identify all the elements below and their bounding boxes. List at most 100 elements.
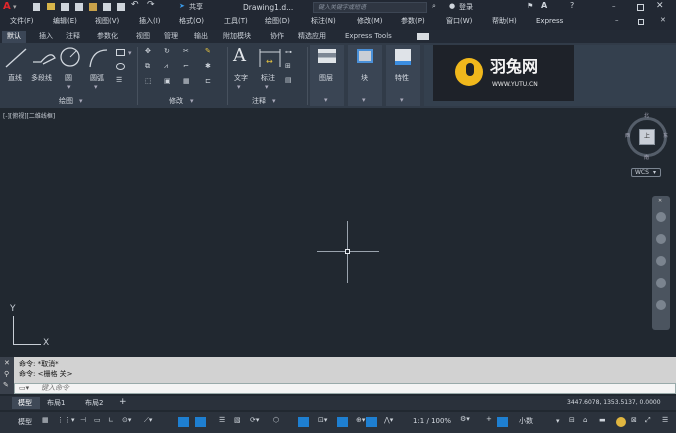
- command-settings-icon[interactable]: ⚲: [4, 371, 9, 378]
- lock-ui-icon[interactable]: ⌂: [583, 417, 587, 424]
- group-annotation-arrow-icon[interactable]: ▾: [272, 98, 276, 105]
- doc-minimize-icon[interactable]: –: [615, 17, 619, 24]
- stretch-icon[interactable]: ⬚: [145, 78, 152, 85]
- group-draw-arrow-icon[interactable]: ▾: [79, 98, 83, 105]
- isolate-objects-icon[interactable]: [616, 417, 626, 427]
- table-icon[interactable]: ⊞: [285, 63, 291, 70]
- annotation-scale-dropdown[interactable]: 1:1 / 100%: [413, 418, 451, 425]
- command-input[interactable]: ▭▾ 键入命令: [14, 383, 676, 394]
- text-label[interactable]: 文字: [234, 75, 248, 82]
- tab-default[interactable]: 默认: [2, 31, 26, 43]
- open-web-icon[interactable]: [89, 3, 97, 11]
- dim-label[interactable]: 标注: [261, 75, 275, 82]
- rectangle-icon[interactable]: [116, 49, 125, 56]
- trim-icon[interactable]: ✂: [183, 48, 189, 55]
- tab-layout1[interactable]: 布局1: [47, 400, 65, 407]
- selection-cycling-icon[interactable]: ⟳▾: [250, 417, 259, 424]
- workspace-gear-icon[interactable]: ⚙▾: [460, 416, 470, 423]
- tab-layout2[interactable]: 布局2: [85, 400, 103, 407]
- coordinate-readout[interactable]: 3447.6078, 1353.5137, 0.0000: [567, 400, 661, 406]
- save-icon[interactable]: [61, 3, 69, 11]
- minimize-icon[interactable]: –: [612, 3, 616, 10]
- arc-tool-icon[interactable]: [87, 47, 109, 69]
- quick-properties-icon[interactable]: ⊟: [569, 417, 575, 424]
- login-button[interactable]: 登录: [459, 4, 473, 11]
- 3d-osnap-icon[interactable]: ⬡: [273, 417, 279, 424]
- share-icon[interactable]: ➤: [179, 3, 185, 10]
- nav-pan-icon[interactable]: [656, 234, 666, 244]
- fullscreen-icon[interactable]: ⤢: [645, 417, 651, 424]
- scale-icon[interactable]: ▣: [164, 78, 171, 85]
- plus-icon[interactable]: +: [486, 416, 492, 423]
- line-label[interactable]: 直线: [8, 75, 22, 82]
- customization-menu-icon[interactable]: ☰: [662, 417, 668, 424]
- circle-tool-icon[interactable]: [59, 46, 81, 68]
- isodraft-icon[interactable]: ⟋▾: [144, 417, 152, 424]
- properties-panel[interactable]: 特性 ▾: [386, 45, 420, 106]
- draw-more-icon[interactable]: ▾: [128, 50, 132, 57]
- tab-featured[interactable]: 精选应用: [298, 33, 326, 40]
- object-snap-icon[interactable]: [195, 417, 206, 427]
- ortho-icon[interactable]: ∟: [108, 417, 114, 424]
- copy-icon[interactable]: ⧉: [145, 63, 150, 70]
- menu-item-modify[interactable]: 修改(M): [357, 18, 383, 25]
- tab-output[interactable]: 输出: [194, 33, 208, 40]
- menu-item-format[interactable]: 格式(O): [179, 18, 204, 25]
- viewcube-west[interactable]: 西: [625, 134, 630, 139]
- line-tool-icon[interactable]: [4, 47, 28, 69]
- user-icon[interactable]: ●: [449, 3, 455, 10]
- grid-icon[interactable]: ▦: [42, 417, 49, 424]
- group-label-draw[interactable]: 绘图: [59, 98, 73, 105]
- menu-item-express[interactable]: Express: [536, 18, 563, 25]
- text-tool-icon[interactable]: A: [233, 47, 246, 65]
- tab-express-tools[interactable]: Express Tools: [345, 33, 392, 40]
- app-menu-arrow-icon[interactable]: ▾: [13, 4, 17, 11]
- tab-view[interactable]: 视图: [136, 33, 150, 40]
- polyline-label[interactable]: 多段线: [31, 75, 52, 82]
- selection-filter-icon[interactable]: ⊡▾: [318, 417, 327, 424]
- rotate-icon[interactable]: ↻: [164, 48, 170, 55]
- erase-icon[interactable]: ✎: [205, 48, 211, 55]
- layers-panel[interactable]: 图层 ▾: [310, 45, 344, 106]
- command-prompt-icon[interactable]: ▭▾: [19, 385, 29, 392]
- share-button[interactable]: 共享: [189, 4, 203, 11]
- viewcube-east[interactable]: 东: [663, 134, 668, 139]
- doc-restore-icon[interactable]: [638, 19, 644, 25]
- polyline-tool-icon[interactable]: [31, 48, 57, 68]
- dim-dropdown-icon[interactable]: ▾: [265, 84, 269, 91]
- drawing-viewport[interactable]: [-][俯视][二维线框] Y X 北 南 西 东 上 WCS ▾ ✕: [0, 108, 676, 357]
- infer-icon[interactable]: ⊣: [80, 417, 86, 424]
- array-icon[interactable]: ▦: [183, 78, 190, 85]
- text-dropdown-icon[interactable]: ▾: [237, 84, 241, 91]
- model-space-button[interactable]: 模型: [18, 419, 32, 426]
- lineweight-icon[interactable]: ☰: [219, 417, 225, 424]
- isolate-icon[interactable]: [497, 417, 508, 427]
- doc-close-icon[interactable]: ✕: [660, 17, 666, 24]
- menu-item-view[interactable]: 视图(V): [95, 18, 119, 25]
- menu-item-window[interactable]: 窗口(W): [446, 18, 472, 25]
- tab-annotate[interactable]: 注释: [66, 33, 80, 40]
- cart-icon[interactable]: ⚑: [527, 3, 533, 10]
- fillet-icon[interactable]: ⌐: [183, 63, 189, 70]
- menu-item-insert[interactable]: 插入(I): [139, 18, 161, 25]
- group-label-annotation[interactable]: 注释: [252, 98, 266, 105]
- leader-icon[interactable]: ⊶: [285, 49, 292, 56]
- circle-dropdown-icon[interactable]: ▾: [67, 84, 71, 91]
- polar-icon[interactable]: ⊙▾: [122, 417, 131, 424]
- table-grid-icon[interactable]: ▤: [285, 77, 292, 84]
- menu-item-parametric[interactable]: 参数(P): [401, 18, 425, 25]
- app-logo-icon[interactable]: A: [3, 2, 11, 12]
- open-icon[interactable]: [47, 3, 55, 10]
- dimension-tool-icon[interactable]: ↔: [258, 49, 282, 69]
- menu-item-draw[interactable]: 绘图(D): [265, 18, 290, 25]
- object-snap-tracking-icon[interactable]: [178, 417, 189, 427]
- a360-icon[interactable]: A: [541, 2, 547, 10]
- plot-icon[interactable]: [117, 3, 125, 11]
- move-icon[interactable]: ✥: [145, 48, 151, 55]
- viewcube-face[interactable]: 上: [639, 129, 655, 145]
- menu-item-tools[interactable]: 工具(T): [224, 18, 248, 25]
- save-web-icon[interactable]: [103, 3, 111, 11]
- explode-icon[interactable]: ✱: [205, 63, 211, 70]
- units-label[interactable]: 小数: [519, 418, 533, 425]
- nav-zoom-icon[interactable]: [656, 256, 666, 266]
